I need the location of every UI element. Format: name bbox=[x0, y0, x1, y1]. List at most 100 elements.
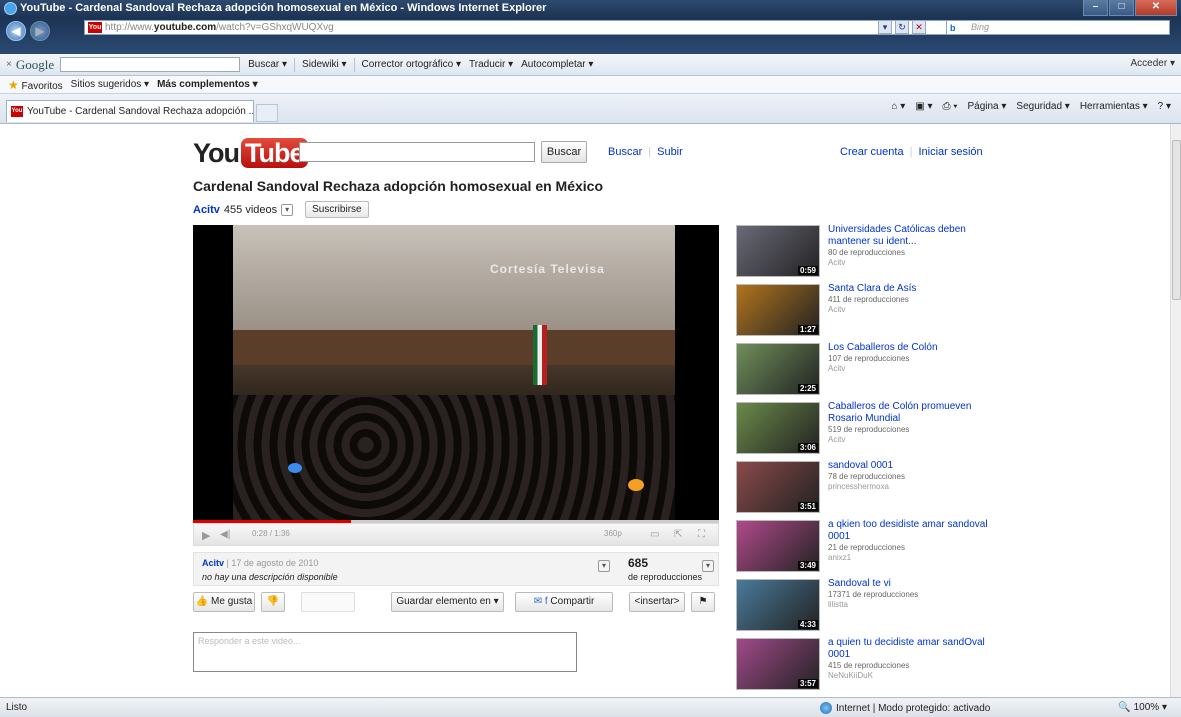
window-title: YouTube - Cardenal Sandoval Rechaza adop… bbox=[20, 2, 547, 14]
translate-button[interactable]: Traducir ▾ bbox=[469, 59, 513, 70]
nav-divider: | bbox=[909, 146, 913, 158]
page-menu[interactable]: Página ▾ bbox=[967, 101, 1006, 112]
compat-view-icon[interactable]: ▾ bbox=[878, 20, 892, 34]
close-toolbar-icon[interactable]: × bbox=[6, 59, 12, 70]
related-video-title[interactable]: Los Caballeros de Colón bbox=[828, 342, 938, 353]
related-video-title[interactable]: Santa Clara de Asís bbox=[828, 283, 916, 294]
related-video-item[interactable]: 3:57 a quien tu decidiste amar sandOval 0… bbox=[736, 635, 996, 693]
quality-selector[interactable]: 360p bbox=[604, 529, 622, 538]
sidewiki-button[interactable]: Sidewiki ▾ bbox=[302, 59, 346, 70]
duration-badge: 3:51 bbox=[797, 502, 818, 511]
uploader-line: Acitv | 17 de agosto de 2010 bbox=[202, 558, 319, 568]
back-button[interactable]: ◀ bbox=[6, 21, 26, 41]
share-button[interactable]: ✉ f Compartir bbox=[515, 592, 613, 612]
help-icon[interactable]: ? ▾ bbox=[1158, 101, 1171, 112]
scene-light bbox=[288, 463, 302, 473]
signin-link[interactable]: Iniciar sesión bbox=[918, 146, 982, 158]
new-tab-button[interactable] bbox=[256, 104, 278, 122]
stop-icon[interactable]: ✕ bbox=[912, 20, 926, 34]
flag-button[interactable]: ⚑ bbox=[691, 592, 715, 612]
google-signin-button[interactable]: Acceder ▾ bbox=[1131, 58, 1175, 69]
related-video-item[interactable]: 4:33 Sandoval te vi 17371 de reproduccione… bbox=[736, 576, 996, 634]
related-video-item[interactable]: 1:27 Santa Clara de Asís 411 de reproducci… bbox=[736, 281, 996, 339]
video-thumbnail[interactable]: 0:59 bbox=[736, 225, 820, 277]
maximize-button[interactable]: □ bbox=[1109, 0, 1134, 16]
related-video-info: Universidades Católicas deben mantener s… bbox=[828, 224, 988, 268]
related-video-title[interactable]: Sandoval te vi bbox=[828, 578, 891, 589]
related-video-item[interactable]: 3:49 a qkien too desidiste amar sandoval … bbox=[736, 517, 996, 575]
zoom-control[interactable]: 🔍 100% ▾ bbox=[1118, 702, 1167, 713]
security-zone[interactable]: Internet | Modo protegido: activado bbox=[820, 702, 990, 714]
embed-button[interactable]: <insertar> bbox=[629, 592, 685, 612]
related-video-views: 80 de reproducciones bbox=[828, 248, 905, 257]
video-thumbnail[interactable]: 4:33 bbox=[736, 579, 820, 631]
youtube-search-button[interactable]: Buscar bbox=[541, 141, 587, 163]
video-thumbnail[interactable]: 3:06 bbox=[736, 402, 820, 454]
favorites-label: Favoritos bbox=[21, 80, 63, 92]
thumb-up-icon: 👍 bbox=[195, 596, 209, 607]
youtube-logo[interactable]: You Tube bbox=[193, 138, 308, 169]
safety-menu[interactable]: Seguridad ▾ bbox=[1016, 101, 1069, 112]
video-thumbnail[interactable]: 3:57 bbox=[736, 638, 820, 690]
uploader-link[interactable]: Acitv bbox=[202, 558, 224, 568]
save-to-button[interactable]: Guardar elemento en ▾ bbox=[391, 592, 504, 612]
feeds-icon[interactable]: ▣ ▾ bbox=[915, 101, 932, 112]
google-search-input[interactable] bbox=[60, 57, 241, 72]
refresh-icon[interactable]: ↻ bbox=[895, 20, 909, 34]
chevron-down-icon[interactable]: ▾ bbox=[702, 560, 714, 572]
like-button[interactable]: 👍 Me gusta bbox=[193, 592, 255, 612]
related-video-title[interactable]: a qkien too desidiste amar sandoval 0001 bbox=[828, 519, 988, 542]
forward-button[interactable]: ▶ bbox=[30, 21, 50, 41]
close-window-button[interactable]: ✕ bbox=[1135, 0, 1177, 16]
scrollbar-thumb[interactable] bbox=[1172, 140, 1181, 300]
more-addons-link[interactable]: Más complementos ▾ bbox=[157, 79, 258, 90]
related-video-title[interactable]: a quien tu decidiste amar sandOval 0001 bbox=[828, 637, 985, 660]
related-video-item[interactable]: 3:06 Caballeros de Colón promueven Rosari… bbox=[736, 399, 996, 457]
spellcheck-button[interactable]: Corrector ortográfico ▾ bbox=[362, 59, 462, 70]
video-thumbnail[interactable]: 3:51 bbox=[736, 461, 820, 513]
globe-icon bbox=[820, 702, 832, 714]
video-thumbnail[interactable]: 1:27 bbox=[736, 284, 820, 336]
related-video-item[interactable]: 2:25 Los Caballeros de Colón 107 de reprod… bbox=[736, 340, 996, 398]
minimize-button[interactable]: – bbox=[1083, 0, 1108, 16]
view-count: 685 bbox=[628, 556, 649, 570]
youtube-search-input[interactable] bbox=[299, 142, 535, 162]
bing-search-input[interactable]: b Bing bbox=[946, 20, 1170, 35]
chevron-down-icon[interactable]: ▾ bbox=[281, 203, 294, 216]
nav-upload-link[interactable]: Subir bbox=[657, 146, 683, 158]
browser-tab[interactable]: You YouTube - Cardenal Sandoval Rechaza … bbox=[6, 100, 254, 122]
video-thumbnail[interactable]: 2:25 bbox=[736, 343, 820, 395]
widescreen-icon[interactable]: ⇱ bbox=[674, 529, 682, 540]
related-video-title[interactable]: Caballeros de Colón promueven Rosario Mu… bbox=[828, 401, 971, 424]
autofill-button[interactable]: Autocompletar ▾ bbox=[521, 59, 593, 70]
related-video-item[interactable]: 3:51 sandoval 0001 78 de reproducciones pri… bbox=[736, 458, 996, 516]
home-icon[interactable]: ⌂ ▾ bbox=[891, 101, 905, 112]
nav-browse-link[interactable]: Buscar bbox=[608, 146, 642, 158]
create-account-link[interactable]: Crear cuenta bbox=[840, 146, 904, 158]
related-video-views: 519 de reproducciones bbox=[828, 425, 910, 434]
video-player[interactable]: Cortesía Televisa bbox=[193, 225, 719, 520]
time-display: 0:28 / 1:36 bbox=[252, 529, 290, 538]
chevron-down-icon[interactable]: ▾ bbox=[598, 560, 610, 572]
tools-menu[interactable]: Herramientas ▾ bbox=[1080, 101, 1148, 112]
volume-icon[interactable]: ◀| bbox=[220, 529, 230, 540]
channel-link[interactable]: Acitv bbox=[193, 204, 220, 216]
subscribe-button[interactable]: Suscribirse bbox=[305, 201, 369, 218]
favorites-button[interactable]: ★ Favoritos bbox=[8, 78, 63, 92]
video-thumbnail[interactable]: 3:49 bbox=[736, 520, 820, 572]
fullscreen-icon[interactable]: ⛶ bbox=[698, 529, 705, 540]
print-icon[interactable]: ⎙ ▾ bbox=[943, 101, 958, 112]
dislike-button[interactable]: 👎 bbox=[261, 592, 285, 612]
google-search-button[interactable]: Buscar ▾ bbox=[248, 59, 287, 70]
comment-input[interactable]: Responder a este video... bbox=[193, 632, 577, 672]
play-icon[interactable]: ▶ bbox=[202, 529, 210, 542]
related-video-views: 411 de reproducciones bbox=[828, 295, 909, 304]
suggested-sites-link[interactable]: Sitios sugeridos ▾ bbox=[71, 79, 149, 90]
related-video-item[interactable]: 0:59 Universidades Católicas deben manten… bbox=[736, 222, 996, 280]
vertical-scrollbar[interactable] bbox=[1170, 124, 1181, 697]
status-bar: Listo Internet | Modo protegido: activad… bbox=[0, 697, 1181, 717]
popout-icon[interactable]: ▭ bbox=[650, 529, 659, 540]
related-video-title[interactable]: Universidades Católicas deben mantener s… bbox=[828, 224, 966, 247]
related-video-views: 21 de reproducciones bbox=[828, 543, 905, 552]
related-video-title[interactable]: sandoval 0001 bbox=[828, 460, 893, 471]
